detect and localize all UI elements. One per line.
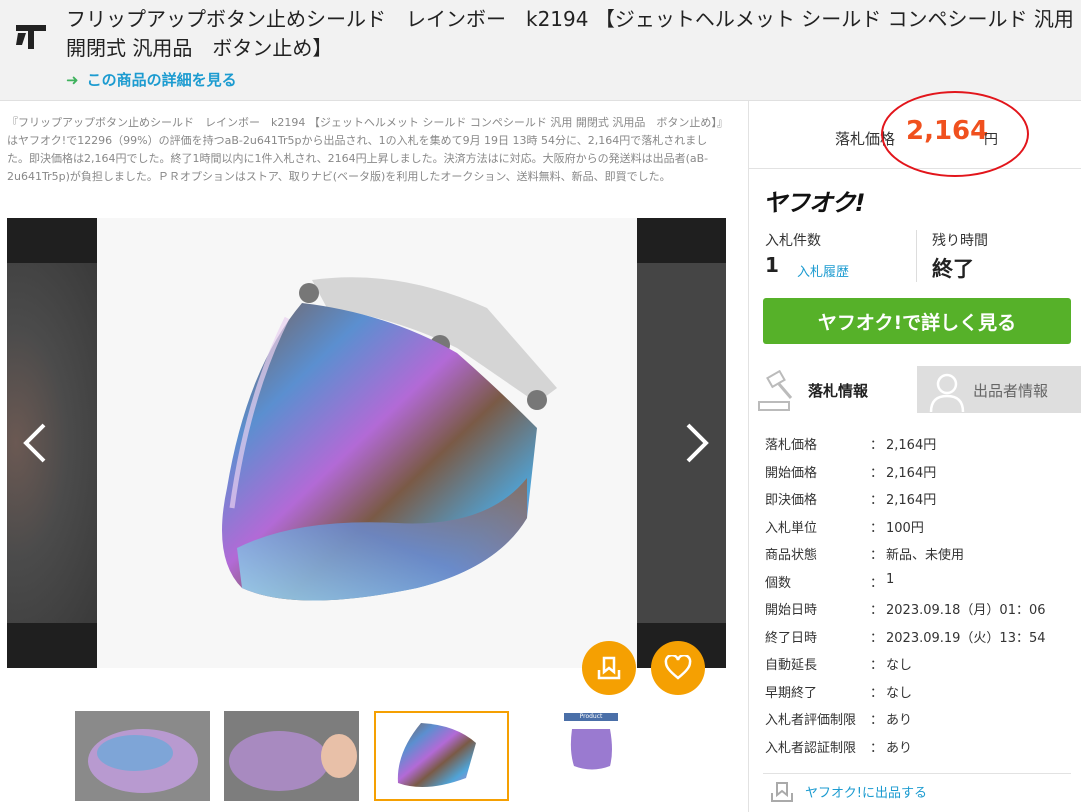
tab-bid-info-label: 落札情報 (808, 382, 869, 400)
gavel-icon (758, 370, 793, 411)
info-row: 終了日時 ： 2023.09.19（火）13：54 (765, 624, 1075, 652)
info-row: 開始価格 ： 2,164円 (765, 459, 1075, 487)
info-colon: ： (870, 548, 884, 563)
info-colon: ： (870, 658, 884, 673)
info-value: なし (886, 658, 913, 673)
info-row: 入札単位 ： 100円 (765, 514, 1075, 542)
prev-image-button[interactable] (15, 413, 55, 473)
info-value: あり (886, 740, 913, 756)
info-colon: ： (870, 630, 884, 646)
next-image-button[interactable] (677, 413, 717, 473)
info-row: 入札者認証制限 ：あり (765, 734, 1075, 762)
info-key: 落札価格 (765, 438, 818, 453)
info-value: 100円 (886, 520, 924, 536)
bid-count-value: 1 (765, 253, 779, 277)
info-row: 入札者評価制限 ：あり (765, 706, 1075, 734)
arrow-right-icon: ➜ (66, 70, 79, 89)
info-colon: ： (870, 740, 884, 756)
sell-on-yafuoku-link[interactable]: ヤフオク!に出品する (763, 773, 1071, 812)
info-row: 即決価格 ： 2,164円 (765, 486, 1075, 514)
info-key: 入札単位 (765, 520, 818, 536)
info-key: 即決価格 (765, 493, 818, 508)
info-row: 早期終了 ：なし (765, 679, 1075, 707)
item-detail-link-label: この商品の詳細を見る (86, 71, 237, 89)
info-value: 2023.09.19（火）13：54 (886, 630, 1046, 646)
sell-on-yafuoku-label: ヤフオク!に出品する (805, 786, 927, 801)
auction-summary: 『フリップアップボタン止めシールド レインボー k2194 【ジェットヘルメット… (7, 116, 723, 183)
info-colon: ： (870, 575, 884, 591)
info-key: 早期終了 (765, 685, 818, 701)
info-value: あり (886, 713, 913, 728)
price-highlight-circle (881, 91, 1029, 177)
page-header: フリップアップボタン止めシールド レインボー k2194 【ジェットヘルメット … (0, 0, 1081, 101)
info-value: 新品、未使用 (886, 548, 965, 563)
main-product-image (97, 218, 637, 668)
info-colon: ： (870, 685, 884, 701)
info-key: 入札者認証制限 (765, 740, 857, 756)
info-value: 2,164円 (886, 438, 937, 453)
info-key: 開始価格 (765, 465, 818, 481)
info-row: 落札価格 ： 2,164円 (765, 431, 1075, 459)
remaining-time-label: 残り時間 (932, 233, 988, 249)
thumbnail-1[interactable] (75, 711, 210, 801)
info-key: 個数 (765, 575, 792, 591)
remaining-time-value: 終了 (932, 257, 974, 281)
final-price-box: 落札価格 2,164 円 (749, 91, 1081, 177)
info-colon: ： (870, 438, 884, 453)
thumbnail-4[interactable]: Product parameters (524, 711, 659, 801)
info-colon: ： (870, 493, 884, 508)
bid-history-link[interactable]: 入札履歴 (797, 261, 849, 280)
favorite-button[interactable] (651, 641, 705, 695)
info-colon: ： (870, 603, 884, 618)
info-value: 2023.09.18（月）01：06 (886, 603, 1046, 618)
thumbnail-2[interactable] (224, 711, 359, 801)
info-colon: ： (870, 520, 884, 536)
divider (916, 230, 917, 282)
info-row: 開始日時 ： 2023.09.18（月）01：06 (765, 596, 1075, 624)
info-row: 個数 ： 1 (765, 569, 1075, 597)
bookmark-tray-icon (597, 656, 621, 680)
info-key: 自動延長 (765, 658, 818, 673)
info-value: なし (886, 685, 913, 701)
sidebar: 落札価格 2,164 円 ヤフオク! 入札件数 1 入札履歴 残り時間 終了 ヤ… (748, 91, 1081, 812)
bid-count-label: 入札件数 (765, 233, 821, 249)
tab-bid-info[interactable]: 落札情報 (749, 366, 917, 413)
info-value: 2,164円 (886, 493, 937, 508)
info-colon: ： (870, 465, 884, 481)
heart-icon (664, 655, 692, 680)
info-row: 自動延長 ：なし (765, 651, 1075, 679)
view-on-yafuoku-button[interactable]: ヤフオク!で詳しく見る (763, 298, 1071, 344)
yafuoku-logo: ヤフオク! (763, 189, 865, 217)
info-value: 1 (886, 571, 895, 587)
yahoo-auction-logo-icon[interactable] (14, 18, 48, 52)
info-key: 商品状態 (765, 548, 818, 563)
info-key: 開始日時 (765, 603, 818, 618)
item-title: フリップアップボタン止めシールド レインボー k2194 【ジェットヘルメット … (66, 7, 1074, 60)
tab-seller-info[interactable]: 出品者情報 (917, 366, 1081, 413)
save-button[interactable] (582, 641, 636, 695)
info-row: 商品状態 ：新品、未使用 (765, 541, 1075, 569)
item-detail-link[interactable]: ➜ この商品の詳細を見る (66, 69, 237, 90)
bookmark-tray-icon (771, 782, 793, 802)
thumbnail-3-selected[interactable] (374, 711, 509, 801)
tab-seller-info-label: 出品者情報 (973, 382, 1049, 400)
bid-info-table: 落札価格： 2,164円 開始価格： 2,164円 即決価格： 2,164円 入札単位… (765, 431, 1075, 761)
person-icon (929, 373, 965, 412)
info-value: 2,164円 (886, 465, 937, 481)
info-key: 入札者評価制限 (765, 713, 857, 728)
image-gallery (7, 218, 726, 668)
info-colon: ： (870, 713, 884, 728)
info-key: 終了日時 (765, 630, 818, 646)
